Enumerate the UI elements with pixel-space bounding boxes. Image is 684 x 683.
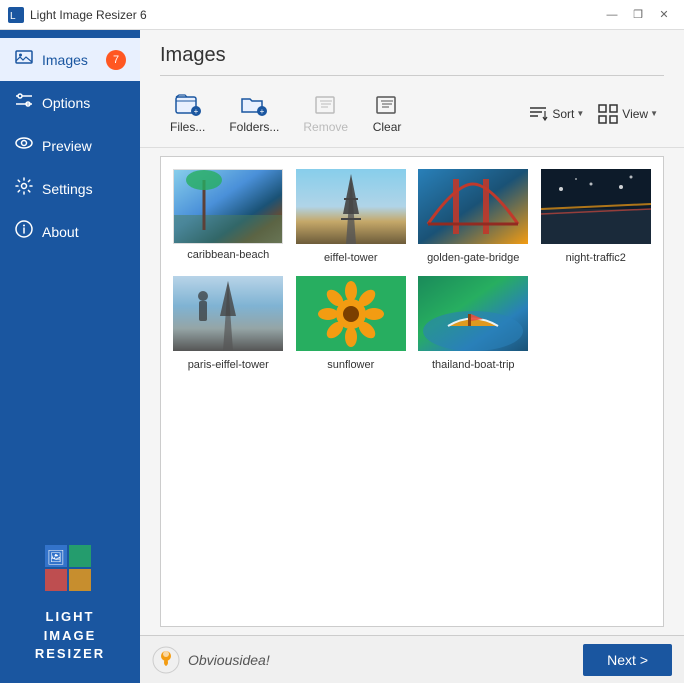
title-bar-controls: — ❒ ✕: [600, 5, 676, 25]
sidebar-item-preview[interactable]: Preview: [0, 124, 140, 167]
image-label: caribbean-beach: [187, 249, 269, 261]
image-thumbnail: [173, 169, 283, 244]
sort-dropdown-arrow[interactable]: ▼: [576, 109, 584, 118]
footer-brand: Obviousidea!: [152, 646, 270, 674]
app-icon: L: [8, 7, 24, 23]
options-icon: [14, 91, 34, 114]
image-label: paris-eiffel-tower: [188, 359, 269, 371]
remove-label: Remove: [303, 120, 348, 134]
footer-brand-icon: [152, 646, 180, 674]
image-thumbnail: [296, 169, 406, 247]
header-divider: [160, 75, 664, 76]
images-grid-container: caribbean-beach: [160, 156, 664, 627]
sort-label: Sort: [552, 107, 574, 121]
images-grid: caribbean-beach: [173, 169, 651, 371]
title-bar-left: L Light Image Resizer 6: [8, 7, 147, 23]
files-button[interactable]: + Files...: [160, 88, 215, 139]
settings-icon: [14, 177, 34, 200]
sidebar-label-settings: Settings: [42, 181, 93, 197]
maximize-button[interactable]: ❒: [626, 5, 650, 25]
sidebar-item-images[interactable]: Images 7: [0, 38, 140, 81]
list-item[interactable]: eiffel-tower: [296, 169, 407, 264]
list-item[interactable]: golden-gate-bridge: [418, 169, 529, 264]
folders-icon: +: [240, 93, 268, 117]
svg-text:L: L: [10, 11, 16, 22]
clear-label: Clear: [373, 120, 402, 134]
image-thumbnail: [418, 276, 528, 354]
sidebar-nav: Images 7 Options: [0, 38, 140, 520]
main-content: Images + Files...: [140, 30, 684, 683]
about-icon: [14, 220, 34, 243]
remove-button[interactable]: Remove: [293, 88, 358, 139]
list-item[interactable]: thailand-boat-trip: [418, 276, 529, 371]
image-label: golden-gate-bridge: [427, 252, 519, 264]
view-dropdown-arrow[interactable]: ▼: [650, 109, 658, 118]
minimize-button[interactable]: —: [600, 5, 624, 25]
image-label: eiffel-tower: [324, 252, 378, 264]
image-thumbnail: [418, 169, 528, 247]
list-item[interactable]: night-traffic2: [541, 169, 652, 264]
sidebar-item-settings[interactable]: Settings: [0, 167, 140, 210]
remove-icon: [312, 93, 340, 117]
toolbar: + Files... + Folders...: [140, 84, 684, 148]
images-badge: 7: [106, 50, 126, 70]
image-thumbnail: [173, 276, 283, 354]
list-item[interactable]: paris-eiffel-tower: [173, 276, 284, 371]
files-label: Files...: [170, 120, 205, 134]
view-icon: [596, 102, 620, 126]
list-item[interactable]: caribbean-beach: [173, 169, 284, 264]
svg-text:🖼: 🖼: [47, 549, 65, 565]
next-button[interactable]: Next >: [583, 644, 672, 676]
svg-text:+: +: [260, 107, 265, 116]
image-label: night-traffic2: [566, 252, 626, 264]
sidebar-item-about[interactable]: About: [0, 210, 140, 253]
folders-label: Folders...: [229, 120, 279, 134]
sort-button[interactable]: Sort ▼: [520, 97, 590, 131]
app-body: Images 7 Options: [0, 30, 684, 683]
list-item[interactable]: sunflower: [296, 276, 407, 371]
sidebar-item-options[interactable]: Options: [0, 81, 140, 124]
files-icon: +: [174, 93, 202, 117]
close-button[interactable]: ✕: [652, 5, 676, 25]
image-label: sunflower: [327, 359, 374, 371]
app-title: Light Image Resizer 6: [30, 8, 147, 22]
sidebar: Images 7 Options: [0, 30, 140, 683]
image-thumbnail: [296, 276, 406, 354]
view-label: View: [622, 107, 648, 121]
view-button[interactable]: View ▼: [590, 97, 664, 131]
page-title: Images: [140, 30, 684, 75]
image-thumbnail: [541, 169, 651, 247]
preview-icon: [14, 134, 34, 157]
images-icon: [14, 48, 34, 71]
sidebar-logo: 🖼 LIGHTIMAGERESIZER: [0, 520, 140, 683]
logo-icon: 🖼: [40, 540, 100, 600]
logo-text: LIGHTIMAGERESIZER: [35, 608, 105, 663]
sidebar-label-about: About: [42, 224, 79, 240]
footer: Obviousidea! Next >: [140, 635, 684, 683]
sort-icon: [526, 102, 550, 126]
sidebar-label-options: Options: [42, 95, 90, 111]
clear-button[interactable]: Clear: [362, 88, 412, 139]
sidebar-label-preview: Preview: [42, 138, 92, 154]
sidebar-label-images: Images: [42, 52, 88, 68]
image-label: thailand-boat-trip: [432, 359, 515, 371]
folders-button[interactable]: + Folders...: [219, 88, 289, 139]
sort-view-group: Sort ▼ View: [520, 97, 664, 131]
title-bar: L Light Image Resizer 6 — ❒ ✕: [0, 0, 684, 30]
svg-text:+: +: [193, 107, 198, 116]
footer-brand-text: Obviousidea!: [188, 652, 270, 668]
clear-icon: [373, 93, 401, 117]
